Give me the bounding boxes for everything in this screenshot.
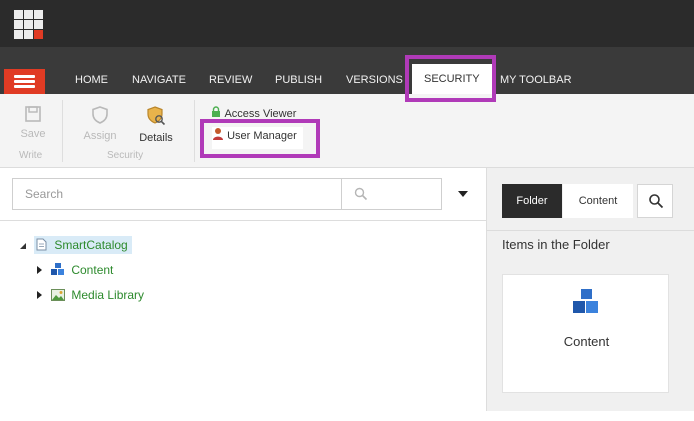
caret-down-icon[interactable] — [458, 191, 468, 197]
cubes-icon — [573, 289, 598, 313]
expand-triangle-icon[interactable] — [37, 291, 42, 299]
user-manager-highlight — [200, 119, 320, 158]
expand-triangle-icon[interactable] — [37, 266, 42, 274]
ribbon-divider — [62, 100, 63, 162]
tree-root-label: SmartCatalog — [54, 238, 128, 252]
tab-folder[interactable]: Folder — [502, 184, 562, 218]
panel-search-button[interactable] — [637, 184, 673, 218]
assign-label: Assign — [83, 130, 117, 142]
folder-item-card[interactable]: Content — [502, 274, 669, 393]
tab-content[interactable]: Content — [563, 184, 633, 218]
ribbon-divider — [194, 100, 195, 162]
search-input[interactable] — [12, 178, 342, 210]
security-tab-highlight — [405, 55, 496, 102]
details-button[interactable]: Details — [136, 106, 176, 144]
floppy-disk-icon — [25, 106, 41, 122]
tree-item-media-library[interactable]: Media Library — [51, 288, 144, 302]
group-label-security: Security — [107, 150, 144, 161]
tab-versions[interactable]: VERSIONS — [346, 73, 403, 93]
image-icon — [51, 289, 65, 301]
panel-divider — [486, 230, 694, 231]
shield-icon — [92, 106, 108, 124]
tab-my-toolbar[interactable]: MY TOOLBAR — [500, 73, 572, 93]
lock-icon — [212, 106, 220, 117]
shield-details-icon — [147, 106, 166, 126]
tree-root[interactable]: SmartCatalog — [34, 236, 132, 254]
assign-button[interactable]: Assign — [80, 106, 120, 142]
tree-item-content[interactable]: Content — [51, 263, 113, 277]
tab-publish[interactable]: PUBLISH — [275, 73, 322, 93]
tab-review[interactable]: REVIEW — [209, 73, 252, 93]
top-bar — [0, 0, 694, 47]
search-button[interactable] — [342, 178, 442, 210]
group-label-write: Write — [19, 150, 43, 161]
folder-item-label: Content — [563, 334, 610, 349]
magnifier-icon — [649, 194, 664, 209]
hamburger-icon[interactable] — [4, 69, 45, 94]
cubes-icon — [51, 263, 64, 275]
tab-home[interactable]: HOME — [75, 73, 108, 93]
tab-navigate[interactable]: NAVIGATE — [132, 73, 186, 93]
page-icon — [36, 238, 47, 251]
save-label: Save — [20, 128, 46, 140]
access-viewer-button[interactable]: Access Viewer — [210, 106, 296, 120]
details-label: Details — [139, 132, 173, 144]
app-grid-icon[interactable] — [14, 10, 44, 40]
magnifier-icon — [354, 187, 368, 201]
tree-item-label: Content — [71, 263, 114, 277]
panel-heading: Items in the Folder — [502, 237, 610, 252]
tree-item-label: Media Library — [71, 288, 145, 302]
collapse-triangle-icon[interactable] — [20, 243, 26, 249]
save-button[interactable]: Save — [18, 106, 48, 140]
